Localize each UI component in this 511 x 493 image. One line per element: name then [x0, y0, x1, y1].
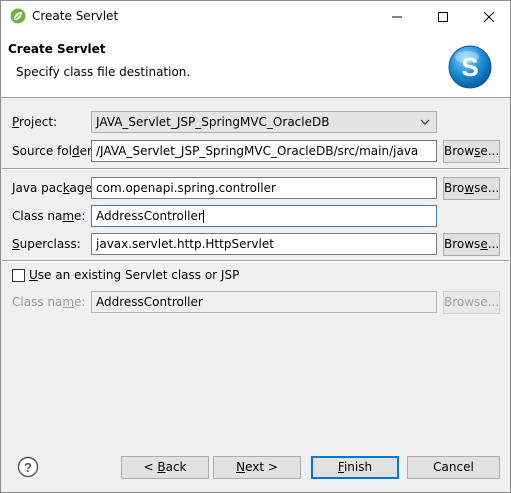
separator — [2, 260, 509, 262]
next-button[interactable]: Next > — [213, 456, 301, 479]
banner-title: Create Servlet — [8, 42, 106, 56]
project-combo[interactable]: JAVA_Servlet_JSP_SpringMVC_OracleDB — [91, 111, 437, 133]
finish-button[interactable]: Finish — [311, 456, 399, 479]
class-name-label: Class name: — [12, 209, 86, 223]
banner-description: Specify class file destination. — [16, 65, 191, 79]
minimize-icon — [392, 16, 402, 17]
wizard-banner: Create Servlet Specify class file destin… — [1, 32, 510, 98]
use-existing-label[interactable]: Use an existing Servlet class or JSP — [29, 268, 239, 282]
use-existing-checkbox[interactable] — [12, 269, 25, 282]
cancel-button[interactable]: Cancel — [407, 456, 500, 479]
source-folder-browse-button[interactable]: Browse... — [443, 140, 500, 163]
title-bar: Create Servlet — [1, 1, 510, 32]
source-folder-input[interactable]: /JAVA_Servlet_JSP_SpringMVC_OracleDB/src… — [91, 140, 437, 162]
spring-leaf-icon — [10, 8, 26, 24]
separator — [2, 168, 509, 170]
java-package-input[interactable]: com.openapi.spring.controller — [91, 177, 437, 199]
maximize-icon — [438, 11, 448, 22]
help-question-icon[interactable]: ? — [17, 456, 39, 478]
svg-text:S: S — [461, 52, 478, 82]
class-name-input[interactable]: AddressController — [91, 205, 437, 227]
existing-class-browse-button: Browse... — [443, 291, 500, 314]
close-icon — [484, 11, 494, 22]
java-package-browse-button[interactable]: Browse... — [443, 177, 500, 200]
close-button[interactable] — [466, 1, 510, 32]
minimize-button[interactable] — [374, 1, 420, 32]
project-label: Project: — [12, 115, 58, 129]
superclass-input[interactable]: javax.servlet.http.HttpServlet — [91, 233, 437, 255]
back-button[interactable]: < Back — [121, 456, 209, 479]
existing-class-name-input: AddressController — [91, 291, 437, 313]
window-title: Create Servlet — [32, 9, 119, 23]
maximize-button[interactable] — [420, 1, 466, 32]
chevron-down-icon — [420, 119, 430, 125]
spring-servlet-logo-icon: S — [448, 45, 492, 89]
class-name-value: AddressController — [96, 209, 203, 223]
text-cursor — [202, 210, 204, 223]
project-value: JAVA_Servlet_JSP_SpringMVC_OracleDB — [96, 115, 330, 129]
superclass-browse-button[interactable]: Browse... — [443, 233, 500, 256]
java-package-label: Java package: — [12, 181, 96, 195]
create-servlet-dialog: Create Servlet Create Servlet Specify cl… — [0, 0, 511, 493]
svg-text:?: ? — [24, 460, 32, 475]
source-folder-label: Source folder: — [12, 144, 96, 158]
superclass-label: Superclass: — [12, 237, 81, 251]
existing-class-name-label: Class name: — [12, 295, 86, 309]
